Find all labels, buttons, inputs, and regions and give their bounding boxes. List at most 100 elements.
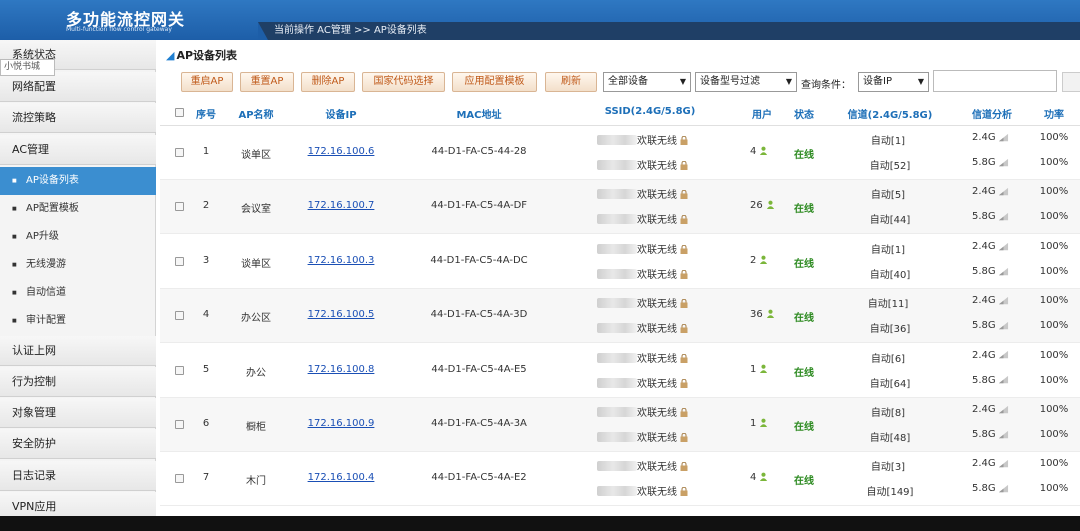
row-analysis-24[interactable]: 2.4G [972,295,1009,306]
table-row[interactable]: 3 谈单区 172.16.100.3 44-D1-FA-C5-4A-DC 欢联无线 欢联无… [160,235,1080,289]
row-checkbox[interactable] [175,365,184,375]
page-title: ◢ AP设备列表 [166,49,238,62]
menu-flow-policy[interactable]: 流控策略 [0,103,156,133]
sidebar-item-roaming[interactable]: 无线漫游 [0,251,156,279]
table-row[interactable]: 6 橱柜 172.16.100.9 44-D1-FA-C5-4A-3A 欢联无线 欢联无线… [160,398,1080,452]
row-device-ip-link[interactable]: 172.16.100.3 [308,255,375,266]
row-ap-name: 谈单区 [241,150,271,161]
col-name: AP名称 [238,110,274,121]
redacted-text [597,323,637,334]
user-icon [759,255,768,264]
table-row[interactable]: 4 办公区 172.16.100.5 44-D1-FA-C5-4A-3D 欢联无线 欢联无… [160,289,1080,344]
row-device-ip-link[interactable]: 172.16.100.4 [308,472,375,483]
row-device-ip-link[interactable]: 172.16.100.9 [308,418,375,429]
row-channel-24: 自动[11] [867,299,909,311]
table-row[interactable]: 1 谈单区 172.16.100.6 44-D1-FA-C5-44-28 欢联无线 欢联无… [160,126,1080,180]
row-analysis-24[interactable]: 2.4G [972,458,1009,469]
row-mac: 44-D1-FA-C5-4A-DF [430,200,528,212]
wifi-signal-icon [998,242,1009,252]
row-checkbox[interactable] [175,311,184,321]
row-ssid-58: 欢联无线 [597,320,688,335]
search-button[interactable] [1062,72,1080,92]
row-power-24: 100% [1039,186,1069,198]
row-device-ip-link[interactable]: 172.16.100.7 [308,200,375,211]
wifi-signal-icon [998,375,1009,385]
table-row[interactable]: 5 办公 172.16.100.8 44-D1-FA-C5-4A-E5 欢联无线 欢联无线… [160,344,1080,398]
row-channel-58: 自动[52] [869,161,911,172]
row-analysis-24[interactable]: 2.4G [972,186,1009,197]
menu-security[interactable]: 安全防护 [0,429,156,459]
row-checkbox[interactable] [175,256,184,266]
row-users: 1 [750,364,768,375]
sidebar-item-audit[interactable]: 审计配置 [0,307,156,335]
row-checkbox[interactable] [175,474,184,484]
row-analysis-58[interactable]: 5.8G [972,483,1009,494]
wifi-signal-icon [998,267,1009,277]
row-analysis-24[interactable]: 2.4G [972,350,1009,361]
row-channel-58: 自动[48] [869,433,911,444]
reboot-ap-button[interactable]: 重启AP [181,72,233,92]
row-checkbox[interactable] [175,202,184,212]
lock-icon [680,160,688,170]
row-status: 在线 [794,476,814,488]
refresh-button[interactable]: 刷新 [545,72,597,92]
breadcrumb: 当前操作 AC管理 >> AP设备列表 [258,22,1080,40]
menu-auth[interactable]: 认证上网 [0,336,156,366]
row-power-58: 100% [1039,320,1069,332]
row-analysis-58[interactable]: 5.8G [972,157,1009,168]
row-ap-name: 橱柜 [246,422,266,433]
row-checkbox[interactable] [175,148,184,157]
table-row[interactable]: 7 木门 172.16.100.4 44-D1-FA-C5-4A-E2 欢联无线 欢联无线… [160,452,1080,507]
row-channel-58: 自动[64] [869,378,911,390]
country-code-button[interactable]: 国家代码选择 [362,72,445,92]
select-all-checkbox[interactable] [175,108,184,117]
row-checkbox[interactable] [175,420,184,429]
row-analysis-58[interactable]: 5.8G [972,211,1009,222]
row-analysis-58[interactable]: 5.8G [972,375,1009,386]
row-status: 在线 [794,258,814,270]
row-device-ip-link[interactable]: 172.16.100.6 [308,146,375,157]
menu-behavior[interactable]: 行为控制 [0,367,156,397]
wifi-signal-icon [998,187,1009,197]
sidebar-item-ap-upgrade[interactable]: AP升级 [0,223,156,251]
redacted-text [597,243,637,254]
col-channel: 信道(2.4G/5.8G) [847,110,933,121]
row-analysis-58[interactable]: 5.8G [972,320,1009,331]
model-filter-select[interactable]: 设备型号过滤 ▼ [695,72,797,92]
redacted-text [597,298,637,309]
col-ip: 设备IP [325,110,357,121]
query-field-select[interactable]: 设备IP ▼ [858,72,929,92]
row-analysis-58[interactable]: 5.8G [972,429,1009,440]
row-analysis-24[interactable]: 2.4G [972,132,1009,143]
row-ssid-58: 欢联无线 [597,157,688,172]
row-analysis-24[interactable]: 2.4G [972,241,1009,252]
sidebar-item-ap-template[interactable]: AP配置模板 [0,195,156,223]
apply-template-button[interactable]: 应用配置模板 [452,72,537,92]
wifi-signal-icon [998,350,1009,360]
table-row[interactable]: 2 会议室 172.16.100.7 44-D1-FA-C5-4A-DF 欢联无线 欢联无… [160,180,1080,235]
app-header: 多功能流控网关 Multi-function flow control gate… [0,0,1080,40]
query-input[interactable] [933,70,1057,92]
row-analysis-58[interactable]: 5.8G [972,266,1009,277]
row-analysis-24[interactable]: 2.4G [972,404,1009,415]
sidebar-item-auto-channel[interactable]: 自动信道 [0,279,156,307]
wifi-signal-icon [998,459,1009,469]
row-channel-58: 自动[36] [869,324,911,336]
user-icon [759,364,768,373]
wifi-signal-icon [998,430,1009,440]
redacted-text [597,461,637,472]
menu-objects[interactable]: 对象管理 [0,398,156,428]
sidebar-item-ap-list[interactable]: AP设备列表 [0,167,156,195]
menu-ac-manage[interactable]: AC管理 [0,135,156,165]
menu-network-config[interactable]: 网络配置 [0,72,156,102]
redacted-text [597,377,637,388]
delete-ap-button[interactable]: 删除AP [301,72,355,92]
row-device-ip-link[interactable]: 172.16.100.5 [308,309,375,320]
user-icon [766,200,775,210]
menu-logs[interactable]: 日志记录 [0,461,156,491]
reset-ap-button[interactable]: 重置AP [240,72,294,92]
row-ssid-58: 欢联无线 [597,483,688,498]
device-filter-select[interactable]: 全部设备 ▼ [603,72,691,92]
row-device-ip-link[interactable]: 172.16.100.8 [308,364,375,375]
row-mac: 44-D1-FA-C5-44-28 [431,146,527,157]
